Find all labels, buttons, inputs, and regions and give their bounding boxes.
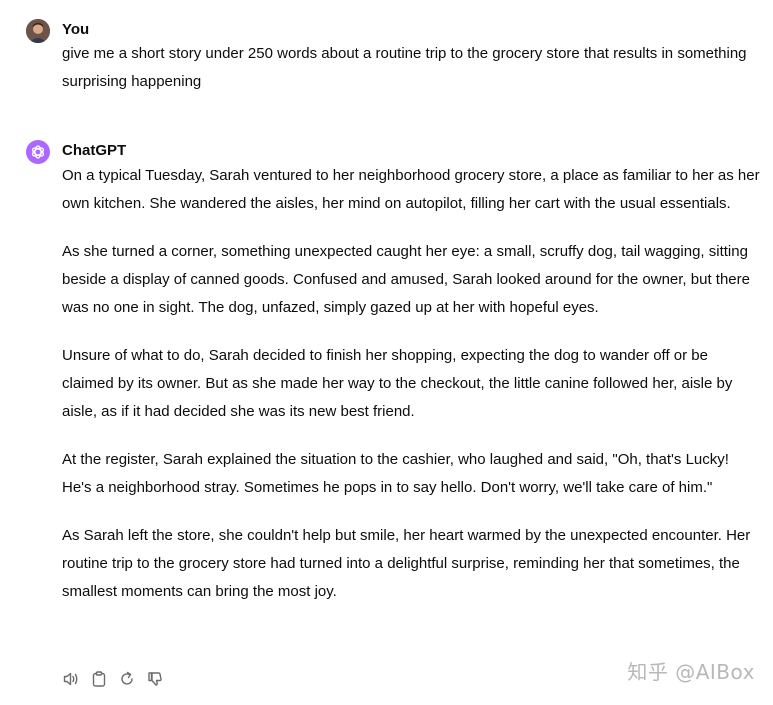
user-prompt-text: give me a short story under 250 words ab…: [62, 45, 747, 90]
chatgpt-avatar: [26, 140, 50, 164]
message-actions: [62, 668, 164, 690]
read-aloud-button[interactable]: [62, 670, 80, 688]
story-paragraph: As she turned a corner, something unexpe…: [62, 243, 750, 316]
story-paragraph: At the register, Sarah explained the sit…: [62, 451, 729, 496]
bad-response-button[interactable]: [146, 670, 164, 688]
regenerate-icon: [121, 671, 133, 685]
openai-logo-icon: [31, 145, 45, 159]
assistant-author-label: ChatGPT: [62, 142, 127, 159]
assistant-response: On a typical Tuesday, Sarah ventured to …: [62, 162, 762, 626]
copy-button[interactable]: [90, 670, 108, 688]
user-avatar-image: [26, 19, 50, 43]
watermark: 知乎 @AIBox: [627, 660, 755, 684]
story-paragraph: On a typical Tuesday, Sarah ventured to …: [62, 167, 760, 212]
regenerate-button[interactable]: [118, 670, 136, 688]
clipboard-icon: [92, 671, 106, 687]
user-author-label: You: [62, 21, 90, 38]
story-paragraph: Unsure of what to do, Sarah decided to f…: [62, 347, 733, 420]
thumbs-down-icon: [148, 672, 162, 686]
speaker-icon: [63, 672, 78, 686]
user-avatar: [26, 19, 50, 43]
story-paragraph: As Sarah left the store, she couldn't he…: [62, 527, 751, 600]
